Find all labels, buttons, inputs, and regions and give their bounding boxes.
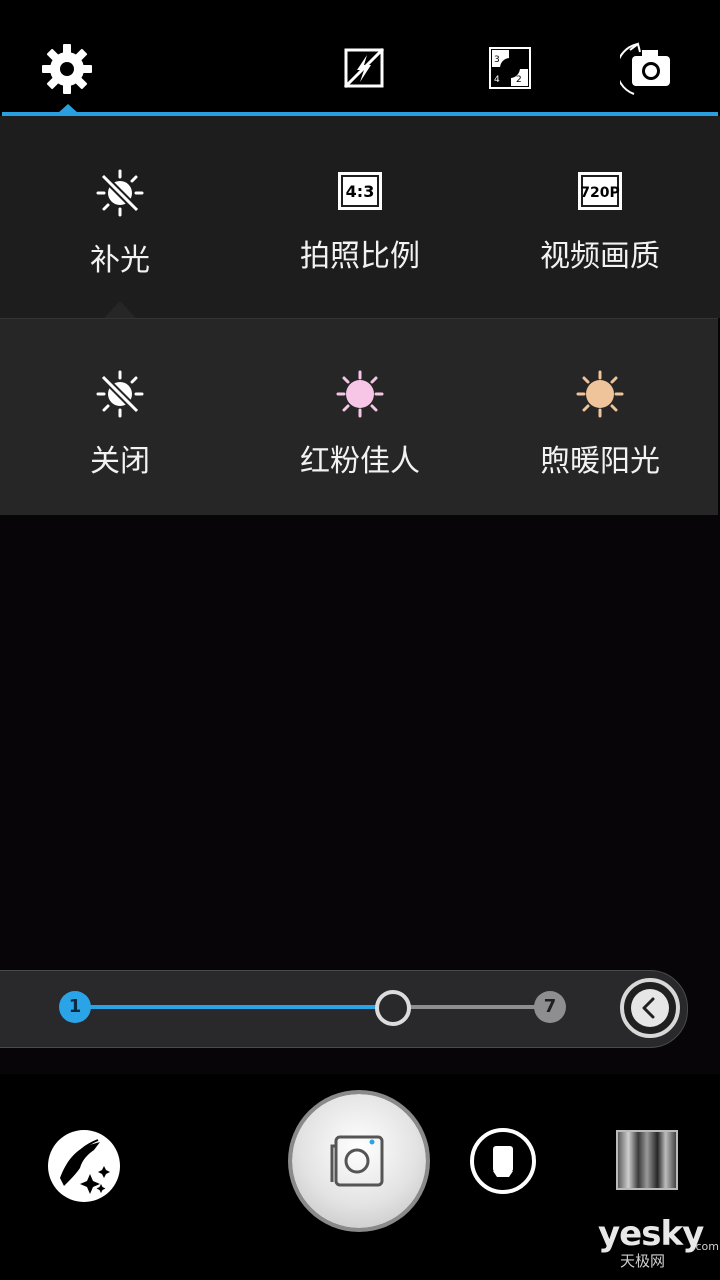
aspect-ratio-badge: 4:3	[346, 182, 375, 201]
settings-panel: 补光 4:3 拍照比例 720P 视频画质	[0, 116, 720, 318]
option-label: 红粉佳人	[300, 444, 420, 479]
beauty-effects-icon[interactable]	[46, 1128, 122, 1208]
submenu-pointer	[104, 301, 136, 318]
switch-camera-icon[interactable]	[615, 38, 682, 100]
slider-thumb[interactable]	[375, 990, 411, 1026]
svg-text:2: 2	[516, 75, 522, 85]
svg-text:4: 4	[494, 75, 500, 85]
watermark-domain: .com	[692, 1240, 719, 1253]
slider-track-empty	[392, 1005, 550, 1009]
svg-text:3: 3	[494, 55, 500, 65]
svg-text:1: 1	[516, 55, 522, 65]
watermark-subtitle: 天极网	[620, 1252, 666, 1270]
pink-sun-icon	[336, 370, 384, 418]
fill-light-option-off[interactable]: 关闭	[0, 369, 240, 481]
option-label: 煦暖阳光	[540, 444, 660, 479]
collapse-slider-button[interactable]	[620, 978, 680, 1038]
fill-light-submenu: 关闭 红粉佳人 煦暖阳光	[0, 318, 718, 516]
top-toolbar: 1 2 4 3	[0, 0, 720, 114]
slider-min-marker: 1	[59, 991, 91, 1023]
fill-light-option-pink[interactable]: 红粉佳人	[240, 369, 480, 481]
setting-label: 视频画质	[540, 239, 660, 274]
aspect-ratio-icon: 4:3	[338, 172, 382, 210]
watermark: yesky .com 天极网	[598, 1214, 719, 1274]
fill-light-off-icon	[96, 169, 144, 217]
slider-track-filled	[86, 1005, 392, 1009]
setting-label: 补光	[90, 243, 150, 278]
setting-aspect-ratio[interactable]: 4:3 拍照比例	[240, 172, 480, 276]
setting-label: 拍照比例	[300, 239, 420, 274]
focus-metering-icon[interactable]: 1 2 4 3	[480, 38, 542, 100]
setting-video-quality[interactable]: 720P 视频画质	[480, 172, 720, 276]
setting-fill-light[interactable]: 补光	[0, 168, 240, 280]
settings-tab-gear-icon[interactable]	[36, 38, 98, 100]
video-mode-icon[interactable]	[469, 1127, 537, 1199]
option-label: 关闭	[90, 444, 150, 479]
flash-off-icon[interactable]	[334, 38, 396, 100]
fill-light-option-warm[interactable]: 煦暖阳光	[480, 369, 720, 481]
video-quality-icon: 720P	[578, 172, 622, 210]
watermark-logo: yesky	[598, 1214, 704, 1254]
camera-shutter-icon	[330, 1135, 384, 1187]
gallery-thumbnail[interactable]	[616, 1130, 678, 1190]
level-slider-container	[0, 970, 688, 1048]
video-quality-badge: 720P	[580, 185, 619, 201]
slider-max-marker: 7	[534, 991, 566, 1023]
chevron-left-icon	[642, 997, 655, 1019]
warm-sun-icon	[576, 370, 624, 418]
fill-light-off-icon	[96, 370, 144, 418]
shutter-button[interactable]	[292, 1094, 426, 1228]
